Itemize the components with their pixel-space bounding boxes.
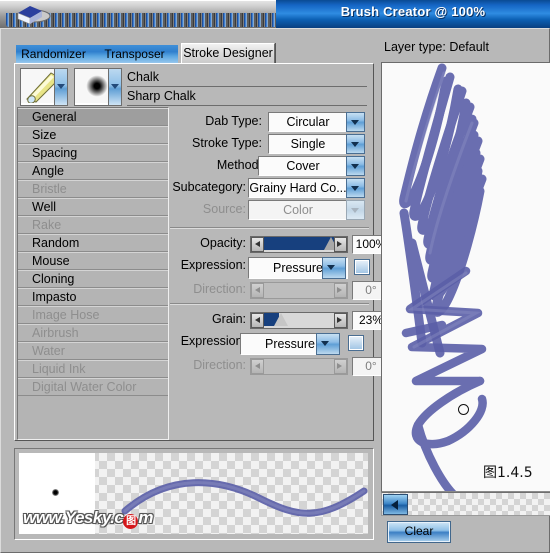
stroke-type-label: Stroke Type: (192, 136, 262, 150)
opacity-direction-increase-arrow (334, 283, 347, 298)
category-item-water: Water (18, 342, 168, 360)
method-dropdown-arrow[interactable] (346, 156, 365, 176)
subcategory-label: Subcategory: (172, 180, 246, 194)
preview-horizontal-scrollbar[interactable] (381, 492, 550, 516)
grain-expression-label: Expression: (180, 334, 246, 348)
stroke-type-dropdown-arrow[interactable] (346, 134, 365, 154)
dab-type-dropdown-arrow[interactable] (346, 112, 365, 132)
opacity-expression-dropdown-arrow[interactable] (322, 257, 346, 279)
grain-decrease-arrow[interactable] (251, 313, 264, 328)
watermark-badge: 图 (123, 514, 139, 529)
grain-direction-decrease-arrow (251, 359, 264, 374)
dab-type-label: Dab Type: (205, 114, 262, 128)
stroke-designer-panel: Chalk Sharp Chalk General Size Spacing A… (14, 63, 390, 441)
brush-names: Chalk Sharp Chalk (127, 68, 367, 106)
subcategory-dropdown-arrow[interactable] (346, 178, 365, 198)
tab-bar: Randomizer Transposer Stroke Designer (16, 43, 275, 64)
grain-label: Grain: (211, 312, 246, 326)
brush-variant-dropdown-arrow[interactable] (108, 68, 122, 106)
tab-randomizer[interactable]: Randomizer (16, 45, 91, 64)
brush-variant-name[interactable]: Sharp Chalk (127, 87, 367, 106)
category-item-well[interactable]: Well (18, 198, 168, 216)
grain-increase-arrow[interactable] (334, 313, 347, 328)
paint-bucket-icon (17, 6, 51, 25)
category-item-rake: Rake (18, 216, 168, 234)
opacity-slider[interactable] (250, 236, 348, 253)
category-item-mouse[interactable]: Mouse (18, 252, 168, 270)
category-item-general[interactable]: General (18, 108, 168, 126)
layer-type-label: Layer type: Default (384, 40, 489, 54)
opacity-expression-checkbox[interactable] (354, 259, 370, 275)
general-settings: Dab Type: Circular Stroke Type: Single M… (170, 107, 390, 438)
category-list[interactable]: General Size Spacing Angle Bristle Well … (17, 107, 169, 440)
category-item-random[interactable]: Random (18, 234, 168, 252)
brush-creator-window: Brush Creator @ 100% Randomizer Transpos… (0, 0, 550, 553)
grain-expression-checkbox[interactable] (348, 335, 364, 351)
grain-direction-label: Direction: (193, 358, 246, 372)
watermark: www.Yesky.c 图 m (23, 508, 153, 529)
figure-caption: 图1.4.5 (483, 465, 533, 481)
dab-type-select[interactable]: Circular (268, 112, 348, 132)
source-dropdown-arrow (346, 200, 365, 220)
opacity-direction-decrease-arrow (251, 283, 264, 298)
stroke-preview-canvas[interactable]: www.Yesky.c 图 m (19, 453, 368, 534)
grain-slider-thumb[interactable] (273, 313, 288, 326)
grain-expression-dropdown-arrow[interactable] (316, 333, 340, 355)
preview-scribble (399, 63, 487, 491)
brush-cursor-ring (458, 404, 469, 415)
grain-direction-increase-arrow (334, 359, 347, 374)
opacity-direction-label: Direction: (193, 282, 246, 296)
category-item-size[interactable]: Size (18, 126, 168, 144)
subcategory-select[interactable]: Grainy Hard Co... (248, 178, 348, 198)
category-item-bristle: Bristle (18, 180, 168, 198)
window-title: Brush Creator @ 100% (340, 4, 486, 19)
brush-selector-header: Chalk Sharp Chalk (17, 66, 369, 106)
tab-transposer[interactable]: Transposer (91, 45, 178, 64)
category-item-image-hose: Image Hose (18, 306, 168, 324)
title-bar: Brush Creator @ 100% (0, 0, 550, 28)
stroke-preview-panel[interactable]: www.Yesky.c 图 m (14, 448, 374, 540)
category-item-cloning[interactable]: Cloning (18, 270, 168, 288)
tab-stroke-designer[interactable]: Stroke Designer (181, 43, 275, 64)
arrow-left-icon[interactable] (383, 494, 408, 515)
brush-category-name[interactable]: Chalk (127, 68, 367, 87)
method-select[interactable]: Cover (258, 156, 348, 176)
watermark-prefix: www.Yesky.c (23, 508, 124, 527)
clear-button[interactable]: Clear (387, 521, 451, 543)
opacity-label: Opacity: (200, 236, 246, 250)
stroke-type-select[interactable]: Single (268, 134, 348, 154)
opacity-expression-label: Expression: (180, 258, 246, 272)
brush-preview-canvas[interactable]: 图1.4.5 (381, 62, 550, 492)
grain-slider[interactable] (250, 312, 348, 329)
brush-category-dropdown-arrow[interactable] (54, 68, 68, 106)
opacity-direction-slider (250, 282, 348, 299)
category-item-angle[interactable]: Angle (18, 162, 168, 180)
category-item-impasto[interactable]: Impasto (18, 288, 168, 306)
category-item-spacing[interactable]: Spacing (18, 144, 168, 162)
watermark-suffix: m (138, 508, 153, 527)
category-item-digital-water-color: Digital Water Color (18, 378, 168, 396)
divider-bottom (170, 303, 369, 304)
grain-direction-slider (250, 358, 348, 375)
category-item-airbrush: Airbrush (18, 324, 168, 342)
window-drag-grip[interactable] (0, 0, 283, 28)
opacity-increase-arrow[interactable] (334, 237, 347, 252)
opacity-decrease-arrow[interactable] (251, 237, 264, 252)
method-label: Method: (216, 158, 262, 172)
divider-top (170, 227, 369, 228)
source-select: Color (248, 200, 348, 220)
source-label: Source: (202, 202, 246, 216)
category-item-liquid-ink: Liquid Ink (18, 360, 168, 378)
